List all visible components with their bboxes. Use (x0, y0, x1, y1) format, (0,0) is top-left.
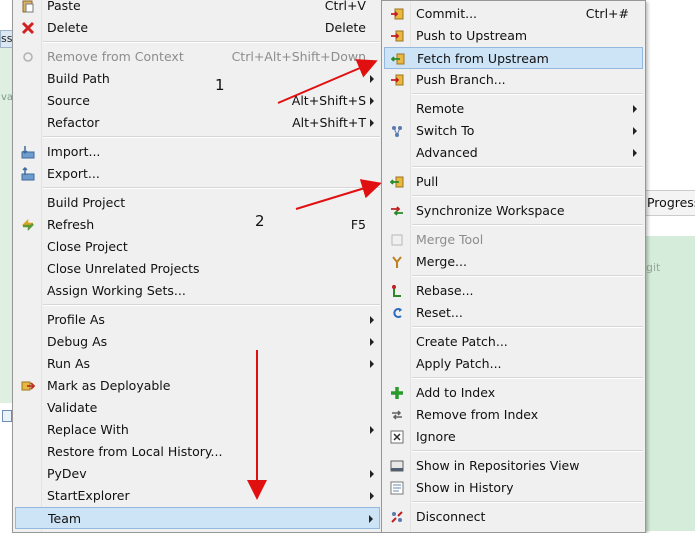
arrow-to-pull (295, 179, 382, 210)
annotation-arrows (247, 59, 382, 500)
arrow-to-fetch (277, 59, 378, 104)
